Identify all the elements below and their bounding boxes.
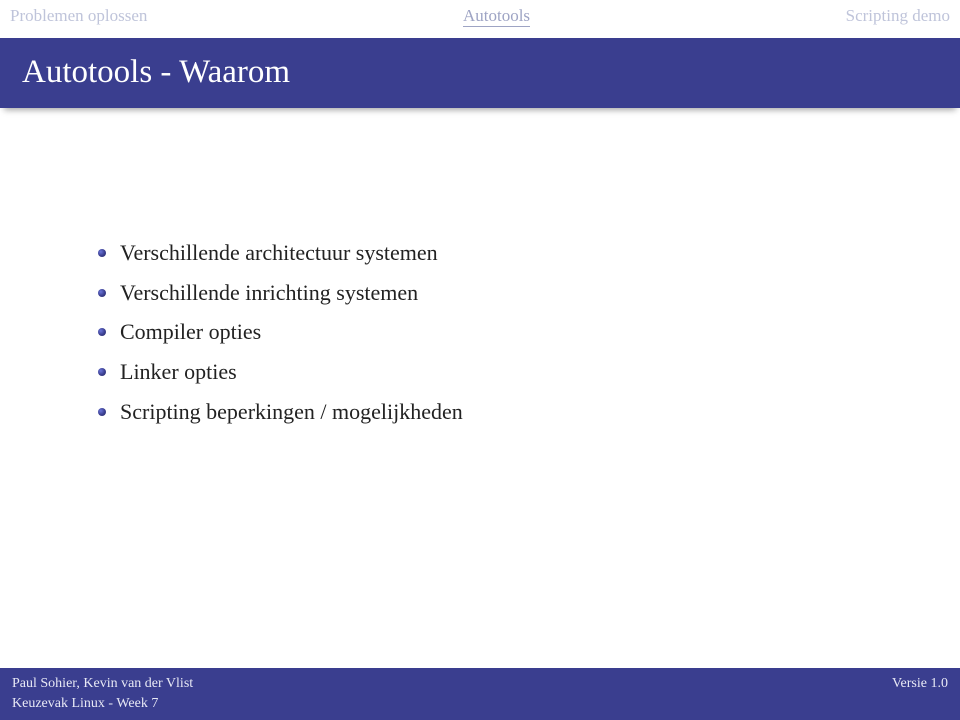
bullet-icon <box>98 289 106 297</box>
slide-title-bar: Autotools - Waarom <box>0 38 960 108</box>
slide-body: Verschillende architectuur systemen Vers… <box>0 108 960 668</box>
list-item-label: Linker opties <box>120 357 237 387</box>
slide: Problemen oplossen Autotools Scripting d… <box>0 0 960 720</box>
list-item-label: Compiler opties <box>120 317 261 347</box>
list-item-label: Verschillende architectuur systemen <box>120 238 438 268</box>
nav-item-problemen[interactable]: Problemen oplossen <box>10 6 147 26</box>
bullet-icon <box>98 249 106 257</box>
bullet-icon <box>98 368 106 376</box>
nav-item-scripting[interactable]: Scripting demo <box>846 6 950 26</box>
footer-row-bottom: Keuzevak Linux - Week 7 <box>12 694 948 714</box>
list-item: Verschillende architectuur systemen <box>98 238 910 268</box>
nav-item-autotools[interactable]: Autotools <box>463 6 530 26</box>
slide-title: Autotools - Waarom <box>22 54 290 90</box>
list-item: Verschillende inrichting systemen <box>98 278 910 308</box>
bullet-list: Verschillende architectuur systemen Vers… <box>50 238 910 426</box>
list-item: Linker opties <box>98 357 910 387</box>
footer-author: Paul Sohier, Kevin van der Vlist <box>12 676 193 692</box>
bullet-icon <box>98 408 106 416</box>
top-nav: Problemen oplossen Autotools Scripting d… <box>0 0 960 32</box>
footer-version: Versie 1.0 <box>892 676 948 692</box>
list-item-label: Scripting beperkingen / mogelijkheden <box>120 397 463 427</box>
list-item-label: Verschillende inrichting systemen <box>120 278 418 308</box>
nav-item-label: Autotools <box>463 6 530 27</box>
bullet-icon <box>98 328 106 336</box>
list-item: Compiler opties <box>98 317 910 347</box>
footer: Paul Sohier, Kevin van der Vlist Versie … <box>0 668 960 720</box>
list-item: Scripting beperkingen / mogelijkheden <box>98 397 910 427</box>
footer-course: Keuzevak Linux - Week 7 <box>12 696 158 712</box>
footer-row-top: Paul Sohier, Kevin van der Vlist Versie … <box>12 674 948 694</box>
